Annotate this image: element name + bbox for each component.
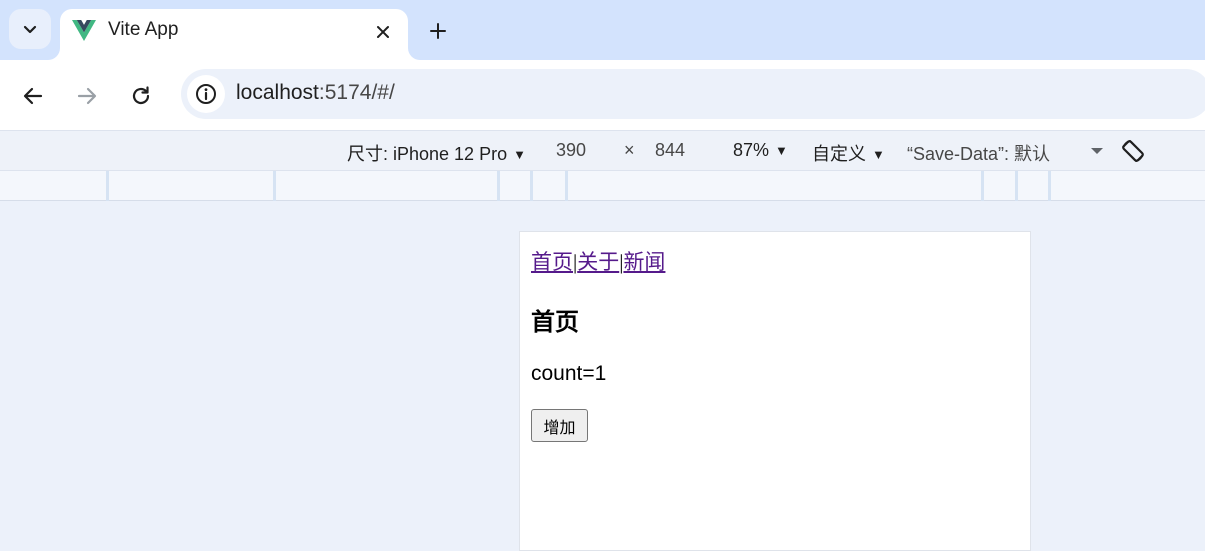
- close-icon: [377, 26, 389, 38]
- arrow-left-icon: [23, 87, 43, 105]
- forward-button[interactable]: [69, 78, 105, 114]
- tab-search-button[interactable]: [9, 9, 51, 49]
- tab-title: Vite App: [108, 19, 179, 40]
- save-data-label: “Save-Data”: 默认: [907, 144, 1051, 164]
- url-path: :5174/#/: [318, 81, 395, 104]
- dropdown-triangle-icon[interactable]: [1090, 146, 1104, 156]
- reload-button[interactable]: [123, 78, 159, 114]
- width-input[interactable]: 390: [556, 140, 586, 161]
- media-query-ruler[interactable]: [0, 171, 1205, 201]
- url-text: localhost:5174/#/: [236, 81, 395, 105]
- throttle-label: 自定义: [812, 144, 866, 164]
- new-tab-button[interactable]: [420, 15, 456, 47]
- reload-icon: [132, 86, 150, 105]
- ruler-tick: [565, 171, 568, 201]
- active-tab[interactable]: Vite App: [60, 9, 408, 60]
- ruler-tick: [530, 171, 533, 201]
- device-toolbar: 尺寸: iPhone 12 Pro ▼ 390 × 844 87% ▼ 自定义 ▼ “…: [0, 130, 1205, 171]
- device-select[interactable]: 尺寸: iPhone 12 Pro ▼: [347, 140, 526, 166]
- increment-button[interactable]: 增加: [531, 409, 588, 442]
- rotate-icon[interactable]: [1119, 137, 1147, 165]
- device-viewport: 首页|关于|新闻 首页 count=1 增加: [519, 231, 1031, 551]
- throttle-select[interactable]: 自定义 ▼: [812, 140, 885, 166]
- plus-icon: [430, 23, 446, 39]
- vue-logo-icon: [72, 20, 96, 41]
- ruler-tick: [981, 171, 984, 201]
- ruler-tick: [497, 171, 500, 201]
- nav-link-home[interactable]: 首页: [531, 250, 573, 274]
- back-button[interactable]: [15, 78, 51, 114]
- caret-down-icon: ▼: [775, 143, 788, 158]
- count-display: count=1: [531, 362, 607, 385]
- ruler-tick: [1015, 171, 1018, 201]
- info-icon: [196, 84, 216, 104]
- nav-link-news[interactable]: 新闻: [623, 250, 665, 274]
- url-host: localhost: [236, 81, 319, 104]
- save-data-select[interactable]: “Save-Data”: 默认: [907, 140, 1050, 166]
- browser-toolbar: localhost:5174/#/: [0, 60, 1205, 130]
- height-input[interactable]: 844: [655, 140, 685, 161]
- tab-strip: Vite App: [0, 0, 1205, 60]
- nav-link-about[interactable]: 关于: [577, 250, 619, 274]
- tab-close-button[interactable]: [368, 17, 398, 47]
- zoom-label: 87%: [733, 140, 770, 160]
- chevron-down-icon: [23, 25, 37, 34]
- address-bar[interactable]: localhost:5174/#/: [181, 69, 1205, 119]
- page-title: 首页: [531, 310, 579, 336]
- app-nav: 首页|关于|新闻: [531, 246, 665, 276]
- caret-down-icon: ▼: [513, 147, 526, 162]
- times-symbol: ×: [624, 140, 635, 160]
- zoom-select[interactable]: 87% ▼: [733, 140, 788, 161]
- device-select-label: 尺寸: iPhone 12 Pro: [347, 144, 508, 164]
- emulation-area: 首页|关于|新闻 首页 count=1 增加: [0, 201, 1205, 551]
- arrow-right-icon: [77, 87, 97, 105]
- caret-down-icon: ▼: [872, 147, 885, 162]
- ruler-tick: [1048, 171, 1051, 201]
- ruler-tick: [106, 171, 109, 201]
- ruler-tick: [273, 171, 276, 201]
- site-info-button[interactable]: [187, 75, 225, 113]
